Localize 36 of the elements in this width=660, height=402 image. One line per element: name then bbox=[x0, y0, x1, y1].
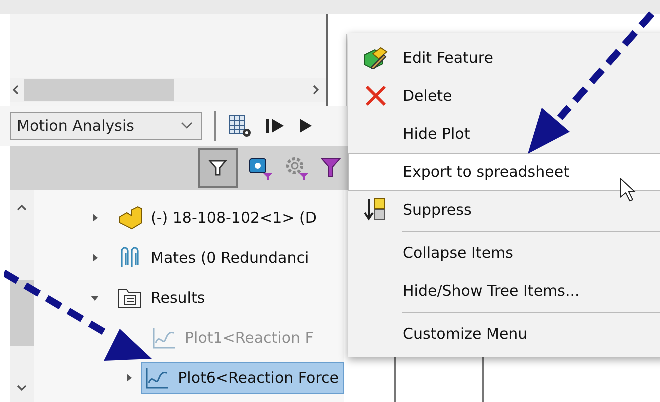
mouse-cursor-icon bbox=[620, 178, 636, 202]
collapsed-arrow-icon[interactable] bbox=[90, 253, 100, 263]
table-settings-icon[interactable] bbox=[228, 114, 252, 138]
collapsed-arrow-icon[interactable] bbox=[124, 373, 134, 383]
menu-item[interactable]: Collapse Items bbox=[348, 234, 660, 272]
step-play-icon[interactable] bbox=[264, 117, 286, 135]
study-dropdown[interactable]: Motion Analysis bbox=[10, 112, 202, 140]
menu-item[interactable]: Hide Plot bbox=[348, 115, 660, 153]
scroll-up-icon[interactable] bbox=[17, 204, 27, 212]
plot-icon bbox=[144, 365, 170, 391]
gear-filter-icon[interactable] bbox=[284, 155, 310, 181]
scroll-right-icon[interactable] bbox=[312, 85, 320, 95]
plot-icon bbox=[151, 325, 177, 351]
part-icon bbox=[117, 205, 143, 231]
tree-item[interactable]: Results bbox=[114, 282, 210, 314]
collapsed-arrow-icon[interactable] bbox=[90, 213, 100, 223]
chevron-down-icon bbox=[181, 122, 193, 130]
tree-item[interactable]: Mates (0 Redundanci bbox=[114, 242, 314, 274]
vertical-scrollbar[interactable] bbox=[10, 190, 34, 402]
scroll-down-icon[interactable] bbox=[17, 384, 27, 392]
scroll-left-icon[interactable] bbox=[12, 85, 20, 95]
delete-icon bbox=[363, 83, 389, 109]
play-icon[interactable] bbox=[298, 117, 314, 135]
filter-button[interactable] bbox=[198, 148, 238, 188]
menu-item[interactable]: Export to spreadsheet bbox=[348, 153, 660, 191]
expanded-arrow-icon[interactable] bbox=[90, 293, 100, 303]
horizontal-scrollbar[interactable] bbox=[10, 78, 326, 102]
menu-item[interactable]: Hide/Show Tree Items... bbox=[348, 272, 660, 310]
menu-item[interactable]: Customize Menu bbox=[348, 315, 660, 353]
tree-item[interactable]: (-) 18-108-102<1> (D bbox=[114, 202, 322, 234]
menu-item[interactable]: Suppress bbox=[348, 191, 660, 229]
filter-icon bbox=[208, 158, 228, 178]
menu-item[interactable]: Edit Feature bbox=[348, 39, 660, 77]
menu-item[interactable]: Delete bbox=[348, 77, 660, 115]
tree-item[interactable]: Plot6<Reaction Force bbox=[141, 362, 344, 394]
edit-icon bbox=[363, 45, 389, 71]
